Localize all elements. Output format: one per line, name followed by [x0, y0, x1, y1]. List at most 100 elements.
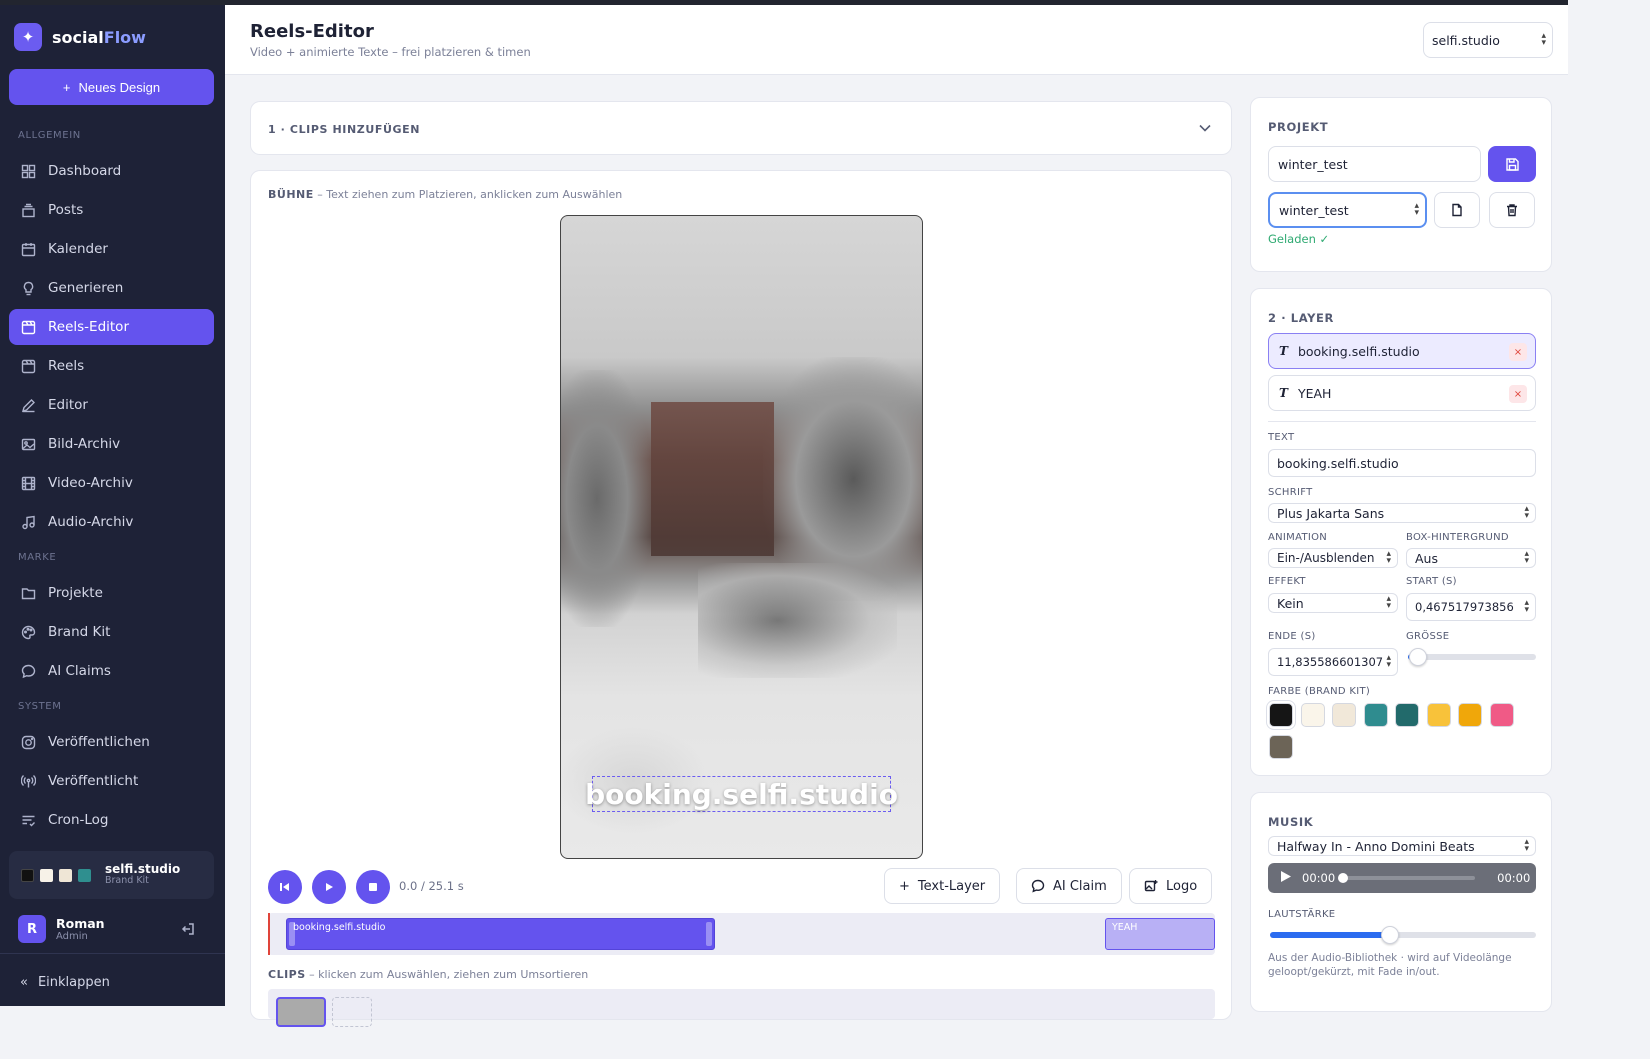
start-input[interactable]: 0,467517973856 ▴ ▾ [1406, 593, 1536, 621]
slider-thumb[interactable] [1381, 926, 1399, 944]
stage-label: BÜHNE – Text ziehen zum Platzieren, ankl… [268, 188, 623, 201]
trim-handle-right[interactable] [706, 922, 712, 946]
sidebar-item-bild-archiv[interactable]: Bild-Archiv [9, 426, 214, 462]
video-scene [651, 402, 774, 557]
sidebar-item-ai-claims[interactable]: AI Claims [9, 653, 214, 689]
brandkit-swatch [21, 868, 34, 882]
sidebar-item-label: Reels-Editor [48, 319, 129, 335]
clips-accordion[interactable]: 1 · CLIPS HINZUFÜGEN [250, 101, 1232, 155]
color-swatch[interactable] [1332, 703, 1356, 727]
divider [1268, 421, 1536, 422]
sidebar-item-kalender[interactable]: Kalender [9, 231, 214, 267]
effect-select[interactable]: Kein ▴ ▾ [1268, 593, 1398, 613]
text-label: TEXT [1268, 432, 1295, 443]
sidebar-item-cron-log[interactable]: Cron-Log [9, 802, 214, 838]
chat-icon [1031, 879, 1045, 893]
select-arrows-icon: ▴ ▾ [1541, 31, 1546, 48]
color-swatch[interactable] [1489, 703, 1514, 727]
sidebar-item-veröffentlicht[interactable]: Veröffentlicht [9, 763, 214, 799]
trim-handle-left[interactable] [289, 922, 295, 946]
stage-text-layer[interactable]: booking.selfi.studio [585, 776, 898, 812]
project-name-input[interactable]: winter_test [1268, 146, 1481, 182]
broadcast-icon [20, 773, 36, 789]
delete-project-button[interactable] [1489, 192, 1535, 228]
audio-progress-thumb[interactable] [1338, 873, 1349, 883]
color-swatch[interactable] [1269, 735, 1293, 759]
size-label: GRÖSSE [1406, 631, 1450, 642]
sidebar-item-editor[interactable]: Editor [9, 387, 214, 423]
sidebar-item-veröffentlichen[interactable]: Veröffentlichen [9, 724, 214, 760]
color-swatch[interactable] [1363, 703, 1388, 727]
font-select[interactable]: Plus Jakarta Sans ▴ ▾ [1268, 503, 1536, 523]
audio-player: 00:00 00:00 [1268, 863, 1536, 893]
sidebar-item-generieren[interactable]: Generieren [9, 270, 214, 306]
sidebar-item-label: Brand Kit [48, 624, 111, 640]
music-select[interactable]: Halfway In - Anno Domini Beats ▴ ▾ [1268, 836, 1536, 856]
ai-claim-button[interactable]: AI Claim [1016, 868, 1122, 904]
font-label: SCHRIFT [1268, 487, 1313, 498]
color-swatch[interactable] [1458, 703, 1482, 727]
slider-thumb[interactable] [1409, 648, 1427, 666]
add-text-layer-button[interactable]: + Text-Layer [884, 868, 1001, 904]
audio-duration: 00:00 [1497, 871, 1531, 885]
remove-layer-button[interactable]: × [1509, 343, 1527, 361]
layer-item[interactable]: T booking.selfi.studio × [1268, 333, 1536, 369]
timeline-clip[interactable]: booking.selfi.studio [286, 918, 715, 950]
project-select[interactable]: winter_test ▴ ▾ [1268, 192, 1427, 228]
image-icon [20, 436, 36, 452]
end-label: ENDE (S) [1268, 631, 1316, 642]
play-button[interactable] [312, 870, 346, 904]
pencil-icon [20, 397, 36, 413]
playback-time: 0.0 / 25.1 s [399, 879, 464, 893]
audio-play-button[interactable] [1280, 870, 1292, 886]
sidebar-item-posts[interactable]: Posts [9, 192, 214, 228]
workspace-select[interactable]: selfi.studio ▴ ▾ [1423, 22, 1553, 58]
sidebar-item-video-archiv[interactable]: Video-Archiv [9, 465, 214, 501]
add-logo-button[interactable]: Logo [1129, 868, 1213, 904]
stop-button[interactable] [356, 870, 390, 904]
end-input[interactable]: 11,835586601307 ▴ ▾ [1268, 648, 1398, 676]
save-button[interactable] [1488, 146, 1536, 182]
sidebar-item-brand-kit[interactable]: Brand Kit [9, 614, 214, 650]
sidebar-item-reels[interactable]: Reels [9, 348, 214, 384]
color-swatch[interactable] [1300, 703, 1325, 727]
animation-select[interactable]: Ein-/Ausblenden ▴ ▾ [1268, 548, 1398, 568]
clip-placeholder[interactable] [332, 997, 372, 1027]
new-project-button[interactable] [1434, 192, 1480, 228]
new-design-button[interactable]: + Neues Design [9, 69, 214, 105]
stack-icon [20, 202, 36, 218]
sidebar-item-reels-editor[interactable]: Reels-Editor [9, 309, 214, 345]
select-arrows-icon: ▴ ▾ [1524, 549, 1529, 566]
audio-progress[interactable] [1338, 873, 1476, 883]
video-preview[interactable]: booking.selfi.studio [560, 215, 923, 859]
box-bg-select[interactable]: Aus ▴ ▾ [1406, 548, 1536, 568]
color-swatch[interactable] [1267, 701, 1295, 729]
user-profile[interactable]: R Roman Admin [18, 915, 105, 943]
sidebar-item-dashboard[interactable]: Dashboard [9, 153, 214, 189]
film-edit-icon [20, 319, 36, 335]
collapse-button[interactable]: « Einklappen [20, 975, 110, 990]
select-arrows-icon: ▴ ▾ [1414, 201, 1419, 218]
brand[interactable]: ✦ socialFlow [14, 23, 146, 51]
sidebar-item-projekte[interactable]: Projekte [9, 575, 214, 611]
avatar: R [18, 915, 46, 943]
layer-text-input[interactable]: booking.selfi.studio [1268, 449, 1536, 477]
color-swatch[interactable] [1395, 703, 1419, 727]
remove-layer-button[interactable]: × [1509, 385, 1527, 403]
layer-item[interactable]: T YEAH × [1268, 375, 1536, 411]
playhead[interactable] [268, 913, 270, 955]
skip-back-button[interactable] [268, 870, 302, 904]
brand-name: socialFlow [52, 27, 146, 47]
logout-icon[interactable] [180, 921, 196, 941]
color-swatch[interactable] [1426, 703, 1451, 727]
sidebar-item-audio-archiv[interactable]: Audio-Archiv [9, 504, 214, 540]
timeline[interactable]: booking.selfi.studio YEAH [268, 913, 1215, 955]
volume-slider[interactable] [1270, 926, 1536, 944]
timeline-clip[interactable]: YEAH [1105, 918, 1215, 950]
slider-fill [1270, 932, 1390, 938]
sidebar-item-label: Audio-Archiv [48, 514, 134, 530]
size-slider[interactable] [1408, 648, 1536, 666]
palette-icon [20, 624, 36, 640]
brandkit-card[interactable]: selfi.studio Brand Kit [9, 851, 214, 899]
clip-thumbnail[interactable] [276, 997, 326, 1027]
